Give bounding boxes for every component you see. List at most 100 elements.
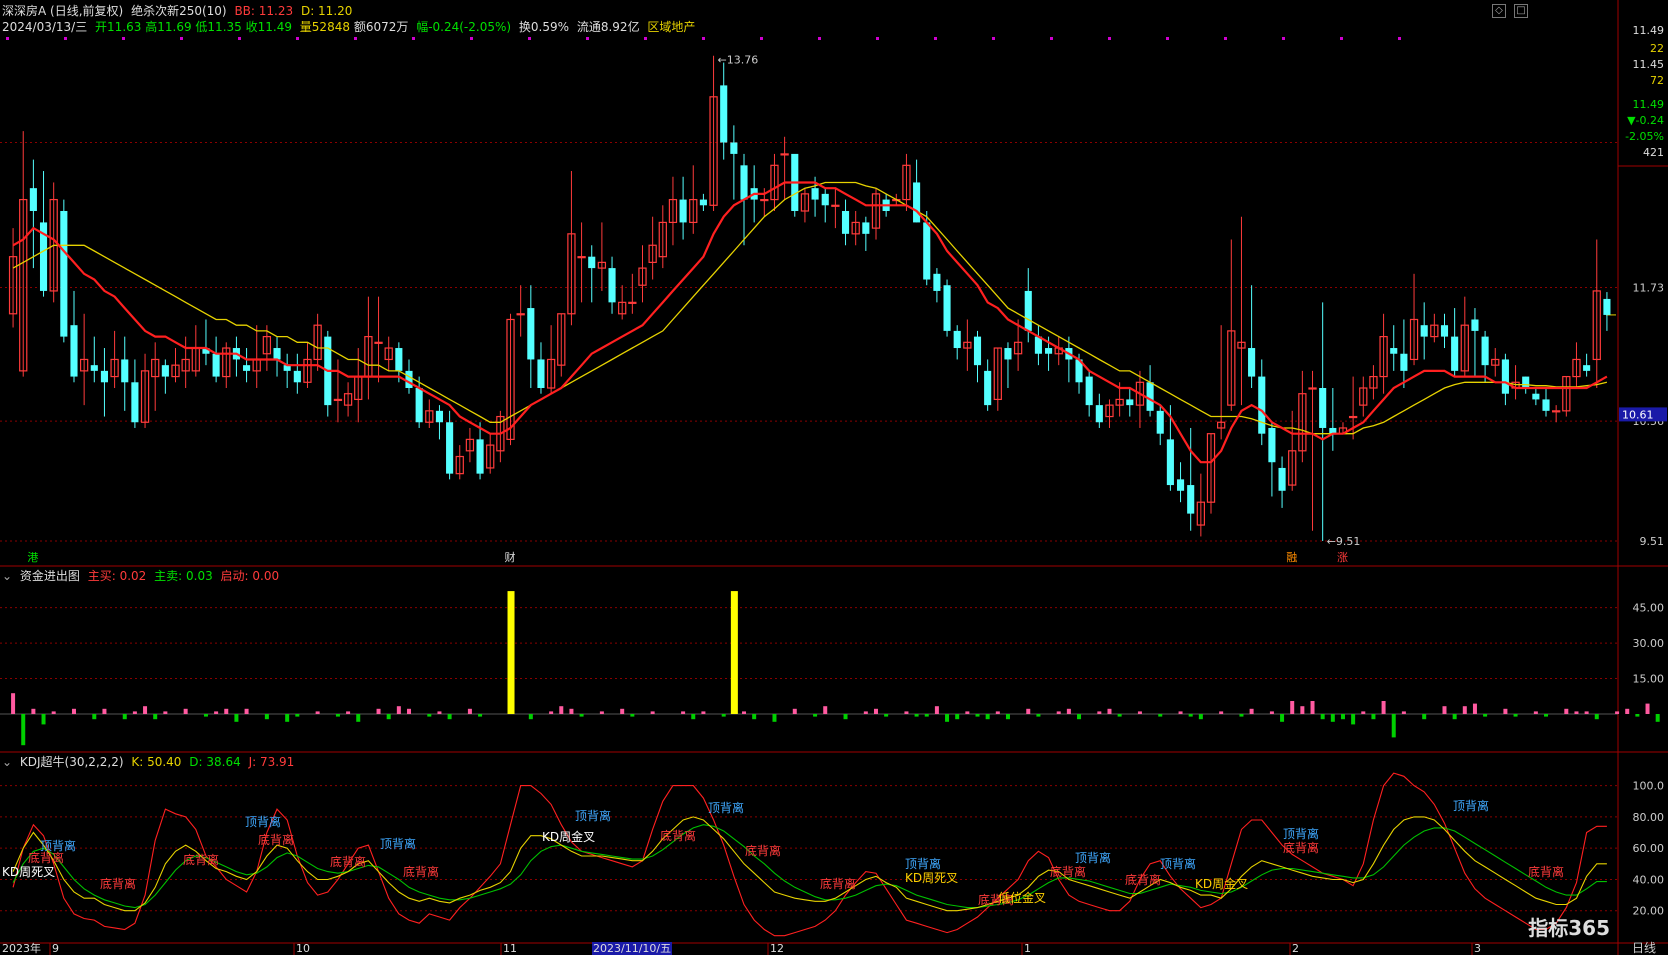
sub2-name[interactable]: KDJ超牛(30,2,2,2) xyxy=(20,755,124,769)
candle-body-up xyxy=(831,204,840,207)
funds-bar xyxy=(214,711,219,714)
funds-bar xyxy=(478,714,483,717)
candle-body-down xyxy=(1126,399,1134,406)
funds-bar xyxy=(965,711,970,714)
funds-bar xyxy=(1249,708,1254,714)
candle-body-down xyxy=(537,359,545,388)
funds-bar xyxy=(1026,708,1031,714)
candle-body-down xyxy=(841,211,850,234)
candle-body-down xyxy=(811,188,819,200)
funds-bar xyxy=(985,714,990,720)
sub1-sell: 主卖: 0.03 xyxy=(154,569,213,583)
candle-body-down xyxy=(1156,410,1164,434)
candle-body-down xyxy=(1248,348,1256,377)
candle-body-down xyxy=(679,199,687,223)
chart-canvas[interactable]: 11.7310.569.5111.492211.457211.49▼-0.24-… xyxy=(0,0,1668,955)
candle-body-up xyxy=(577,256,586,259)
funds-bar xyxy=(1452,714,1457,720)
funds-bar xyxy=(599,711,604,714)
candle-body-down xyxy=(273,348,281,360)
funds-bar xyxy=(1310,701,1315,714)
window-icon[interactable]: □ xyxy=(1514,4,1528,18)
signal-dot xyxy=(1050,37,1053,40)
candle-body-down xyxy=(1085,376,1093,406)
header-row-2: 2024/03/13/三 开11.63 高11.69 低11.35 收11.49… xyxy=(2,20,699,34)
candle-body-down xyxy=(1471,319,1479,331)
kdj-signal-label: 底背离 xyxy=(1125,872,1161,887)
candle-body-up xyxy=(374,341,383,344)
kdj-signal-label: 底背离 xyxy=(330,854,366,869)
candle-body-down xyxy=(60,211,68,337)
funds-bar xyxy=(264,714,269,720)
kdj-d-line xyxy=(12,824,1607,909)
funds-bar xyxy=(528,714,533,720)
funds-bar xyxy=(1483,714,1488,717)
candle-body-down xyxy=(1522,376,1530,388)
funds-bar xyxy=(285,714,290,722)
candle-body-down xyxy=(29,188,37,211)
candle-body-up xyxy=(333,398,343,402)
funds-bar xyxy=(924,714,929,717)
candle-body-down xyxy=(293,370,301,383)
candle-body-down xyxy=(913,182,921,223)
funds-bar xyxy=(1594,714,1599,720)
quote-change: 幅-0.24(-2.05%) xyxy=(416,20,512,34)
kdj-signal-label: 顶背离 xyxy=(905,856,941,871)
signal-dot xyxy=(1398,37,1401,40)
sub2-tick-label: 80.00 xyxy=(1633,811,1665,824)
candle-body-up xyxy=(516,313,525,316)
price-tick-label: 9.51 xyxy=(1640,535,1665,548)
event-marker: 融 xyxy=(1286,551,1297,564)
signal-dot xyxy=(1224,37,1227,40)
funds-bar xyxy=(1533,711,1538,714)
candle-body-down xyxy=(1501,359,1509,394)
collapse-arrow-icon[interactable]: ⌄ xyxy=(2,755,12,769)
funds-bar xyxy=(203,714,208,717)
funds-bar xyxy=(1462,706,1467,714)
chart-mode: (日线,前复权) xyxy=(50,4,124,18)
kdj-signal-label: 底背离 xyxy=(1050,864,1086,879)
funds-bar xyxy=(1077,714,1082,720)
funds-bar xyxy=(1422,714,1427,720)
candle-body-down xyxy=(821,193,829,206)
funds-bar xyxy=(1188,714,1193,717)
funds-bar xyxy=(386,714,391,720)
candle-body-down xyxy=(984,370,992,406)
kdj-signal-label: 顶背离 xyxy=(708,800,744,815)
funds-bar xyxy=(31,708,36,714)
funds-bar xyxy=(437,711,442,714)
indicator-name[interactable]: 绝杀次新250(10) xyxy=(131,4,227,18)
candle-body-up xyxy=(1308,387,1317,390)
candle-body-down xyxy=(446,422,454,474)
sub2-j: J: 73.91 xyxy=(248,755,295,769)
funds-bar xyxy=(407,708,411,714)
funds-bar xyxy=(132,711,137,714)
date-tick-label: 2 xyxy=(1292,942,1299,955)
funds-bar xyxy=(1097,711,1102,714)
funds-bar xyxy=(1401,711,1406,714)
funds-bar xyxy=(71,708,76,714)
candle-body-down xyxy=(720,85,728,143)
funds-bar xyxy=(1472,703,1477,714)
ma-slow-line xyxy=(12,181,1608,435)
sub2-tick-label: 40.00 xyxy=(1633,873,1665,886)
funds-bar xyxy=(620,708,625,714)
funds-bar xyxy=(244,708,249,714)
stock-name[interactable]: 深深房A xyxy=(2,4,46,18)
kdj-signal-label: 底背离 xyxy=(745,843,781,858)
sub1-header: ⌄ 资金进出图 主买: 0.02 主卖: 0.03 启动: 0.00 xyxy=(2,569,283,583)
brand-logo: 指标365 xyxy=(1528,916,1610,940)
high-annotation: ←13.76 xyxy=(718,54,759,67)
quote-sector[interactable]: 区域地产 xyxy=(647,20,695,34)
funds-bar xyxy=(234,714,239,722)
signal-dot xyxy=(1108,37,1111,40)
sub1-tick-label: 45.00 xyxy=(1633,602,1665,615)
candle-body-down xyxy=(699,199,707,206)
funds-bar xyxy=(742,711,747,714)
candle-body-down xyxy=(1258,376,1266,434)
ma-fast-line xyxy=(12,181,1608,464)
sub1-name[interactable]: 资金进出图 xyxy=(20,569,80,583)
collapse-icon[interactable]: ◇ xyxy=(1492,4,1506,18)
sub1-tick-label: 15.00 xyxy=(1633,673,1665,686)
collapse-arrow-icon[interactable]: ⌄ xyxy=(2,569,12,583)
